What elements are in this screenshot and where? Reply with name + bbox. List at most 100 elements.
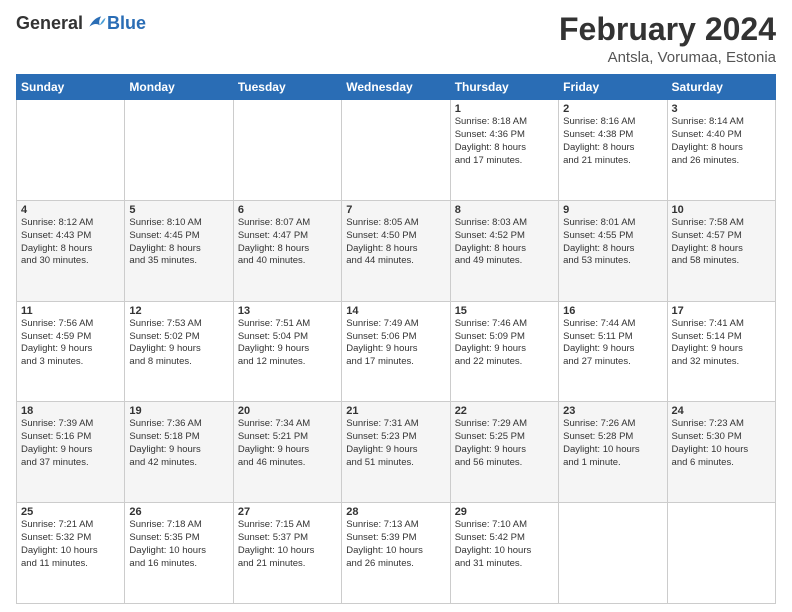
day-info: Sunrise: 8:05 AMSunset: 4:50 PMDaylight:… — [346, 217, 445, 268]
day-number: 13 — [238, 305, 337, 317]
day-number: 26 — [129, 506, 228, 518]
day-info: Sunrise: 7:26 AMSunset: 5:28 PMDaylight:… — [563, 418, 662, 469]
table-row — [559, 503, 667, 604]
day-info: Sunrise: 8:12 AMSunset: 4:43 PMDaylight:… — [21, 217, 120, 268]
day-number: 20 — [238, 405, 337, 417]
table-row: 29Sunrise: 7:10 AMSunset: 5:42 PMDayligh… — [450, 503, 558, 604]
day-number: 10 — [672, 204, 771, 216]
calendar-week-0: 1Sunrise: 8:18 AMSunset: 4:36 PMDaylight… — [17, 100, 776, 201]
logo-general: General — [16, 13, 83, 34]
table-row: 26Sunrise: 7:18 AMSunset: 5:35 PMDayligh… — [125, 503, 233, 604]
logo: General Blue — [16, 12, 146, 34]
table-row: 5Sunrise: 8:10 AMSunset: 4:45 PMDaylight… — [125, 200, 233, 301]
day-info: Sunrise: 8:10 AMSunset: 4:45 PMDaylight:… — [129, 217, 228, 268]
header-thursday: Thursday — [450, 75, 558, 100]
day-info: Sunrise: 7:41 AMSunset: 5:14 PMDaylight:… — [672, 318, 771, 369]
day-number: 29 — [455, 506, 554, 518]
table-row: 21Sunrise: 7:31 AMSunset: 5:23 PMDayligh… — [342, 402, 450, 503]
header: General Blue February 2024 Antsla, Vorum… — [16, 12, 776, 66]
calendar-week-3: 18Sunrise: 7:39 AMSunset: 5:16 PMDayligh… — [17, 402, 776, 503]
day-info: Sunrise: 7:56 AMSunset: 4:59 PMDaylight:… — [21, 318, 120, 369]
day-number: 5 — [129, 204, 228, 216]
table-row: 8Sunrise: 8:03 AMSunset: 4:52 PMDaylight… — [450, 200, 558, 301]
day-number: 24 — [672, 405, 771, 417]
day-number: 18 — [21, 405, 120, 417]
day-number: 7 — [346, 204, 445, 216]
calendar-week-1: 4Sunrise: 8:12 AMSunset: 4:43 PMDaylight… — [17, 200, 776, 301]
header-wednesday: Wednesday — [342, 75, 450, 100]
table-row: 18Sunrise: 7:39 AMSunset: 5:16 PMDayligh… — [17, 402, 125, 503]
table-row: 1Sunrise: 8:18 AMSunset: 4:36 PMDaylight… — [450, 100, 558, 201]
day-info: Sunrise: 7:46 AMSunset: 5:09 PMDaylight:… — [455, 318, 554, 369]
day-number: 6 — [238, 204, 337, 216]
day-info: Sunrise: 7:31 AMSunset: 5:23 PMDaylight:… — [346, 418, 445, 469]
day-info: Sunrise: 7:18 AMSunset: 5:35 PMDaylight:… — [129, 519, 228, 570]
table-row — [667, 503, 775, 604]
table-row: 9Sunrise: 8:01 AMSunset: 4:55 PMDaylight… — [559, 200, 667, 301]
day-info: Sunrise: 7:15 AMSunset: 5:37 PMDaylight:… — [238, 519, 337, 570]
table-row: 3Sunrise: 8:14 AMSunset: 4:40 PMDaylight… — [667, 100, 775, 201]
day-info: Sunrise: 7:23 AMSunset: 5:30 PMDaylight:… — [672, 418, 771, 469]
day-number: 21 — [346, 405, 445, 417]
day-info: Sunrise: 8:16 AMSunset: 4:38 PMDaylight:… — [563, 116, 662, 167]
header-friday: Friday — [559, 75, 667, 100]
header-saturday: Saturday — [667, 75, 775, 100]
day-info: Sunrise: 7:39 AMSunset: 5:16 PMDaylight:… — [21, 418, 120, 469]
table-row: 17Sunrise: 7:41 AMSunset: 5:14 PMDayligh… — [667, 301, 775, 402]
day-info: Sunrise: 8:01 AMSunset: 4:55 PMDaylight:… — [563, 217, 662, 268]
table-row: 7Sunrise: 8:05 AMSunset: 4:50 PMDaylight… — [342, 200, 450, 301]
table-row: 22Sunrise: 7:29 AMSunset: 5:25 PMDayligh… — [450, 402, 558, 503]
location: Antsla, Vorumaa, Estonia — [559, 49, 776, 66]
day-number: 9 — [563, 204, 662, 216]
table-row — [233, 100, 341, 201]
calendar-header-row: Sunday Monday Tuesday Wednesday Thursday… — [17, 75, 776, 100]
table-row — [125, 100, 233, 201]
header-sunday: Sunday — [17, 75, 125, 100]
day-number: 8 — [455, 204, 554, 216]
table-row: 14Sunrise: 7:49 AMSunset: 5:06 PMDayligh… — [342, 301, 450, 402]
table-row: 25Sunrise: 7:21 AMSunset: 5:32 PMDayligh… — [17, 503, 125, 604]
day-info: Sunrise: 7:49 AMSunset: 5:06 PMDaylight:… — [346, 318, 445, 369]
table-row: 13Sunrise: 7:51 AMSunset: 5:04 PMDayligh… — [233, 301, 341, 402]
day-number: 11 — [21, 305, 120, 317]
day-info: Sunrise: 7:13 AMSunset: 5:39 PMDaylight:… — [346, 519, 445, 570]
table-row: 12Sunrise: 7:53 AMSunset: 5:02 PMDayligh… — [125, 301, 233, 402]
day-number: 14 — [346, 305, 445, 317]
day-info: Sunrise: 7:36 AMSunset: 5:18 PMDaylight:… — [129, 418, 228, 469]
table-row: 28Sunrise: 7:13 AMSunset: 5:39 PMDayligh… — [342, 503, 450, 604]
table-row: 16Sunrise: 7:44 AMSunset: 5:11 PMDayligh… — [559, 301, 667, 402]
table-row: 20Sunrise: 7:34 AMSunset: 5:21 PMDayligh… — [233, 402, 341, 503]
day-info: Sunrise: 8:03 AMSunset: 4:52 PMDaylight:… — [455, 217, 554, 268]
day-number: 25 — [21, 506, 120, 518]
day-info: Sunrise: 7:10 AMSunset: 5:42 PMDaylight:… — [455, 519, 554, 570]
calendar-week-4: 25Sunrise: 7:21 AMSunset: 5:32 PMDayligh… — [17, 503, 776, 604]
day-number: 28 — [346, 506, 445, 518]
table-row: 27Sunrise: 7:15 AMSunset: 5:37 PMDayligh… — [233, 503, 341, 604]
table-row: 10Sunrise: 7:58 AMSunset: 4:57 PMDayligh… — [667, 200, 775, 301]
table-row: 15Sunrise: 7:46 AMSunset: 5:09 PMDayligh… — [450, 301, 558, 402]
logo-bird-icon — [85, 12, 107, 34]
day-info: Sunrise: 8:14 AMSunset: 4:40 PMDaylight:… — [672, 116, 771, 167]
logo-blue: Blue — [107, 13, 146, 34]
day-number: 2 — [563, 103, 662, 115]
table-row: 24Sunrise: 7:23 AMSunset: 5:30 PMDayligh… — [667, 402, 775, 503]
day-info: Sunrise: 7:53 AMSunset: 5:02 PMDaylight:… — [129, 318, 228, 369]
title-area: February 2024 Antsla, Vorumaa, Estonia — [559, 12, 776, 66]
month-title: February 2024 — [559, 12, 776, 47]
page: General Blue February 2024 Antsla, Vorum… — [0, 0, 792, 612]
day-info: Sunrise: 7:34 AMSunset: 5:21 PMDaylight:… — [238, 418, 337, 469]
table-row: 2Sunrise: 8:16 AMSunset: 4:38 PMDaylight… — [559, 100, 667, 201]
day-info: Sunrise: 7:44 AMSunset: 5:11 PMDaylight:… — [563, 318, 662, 369]
table-row: 6Sunrise: 8:07 AMSunset: 4:47 PMDaylight… — [233, 200, 341, 301]
day-number: 4 — [21, 204, 120, 216]
calendar-table: Sunday Monday Tuesday Wednesday Thursday… — [16, 74, 776, 604]
day-info: Sunrise: 8:18 AMSunset: 4:36 PMDaylight:… — [455, 116, 554, 167]
day-number: 22 — [455, 405, 554, 417]
day-number: 12 — [129, 305, 228, 317]
day-number: 19 — [129, 405, 228, 417]
day-info: Sunrise: 7:51 AMSunset: 5:04 PMDaylight:… — [238, 318, 337, 369]
day-number: 16 — [563, 305, 662, 317]
table-row: 19Sunrise: 7:36 AMSunset: 5:18 PMDayligh… — [125, 402, 233, 503]
day-info: Sunrise: 7:29 AMSunset: 5:25 PMDaylight:… — [455, 418, 554, 469]
day-info: Sunrise: 7:58 AMSunset: 4:57 PMDaylight:… — [672, 217, 771, 268]
